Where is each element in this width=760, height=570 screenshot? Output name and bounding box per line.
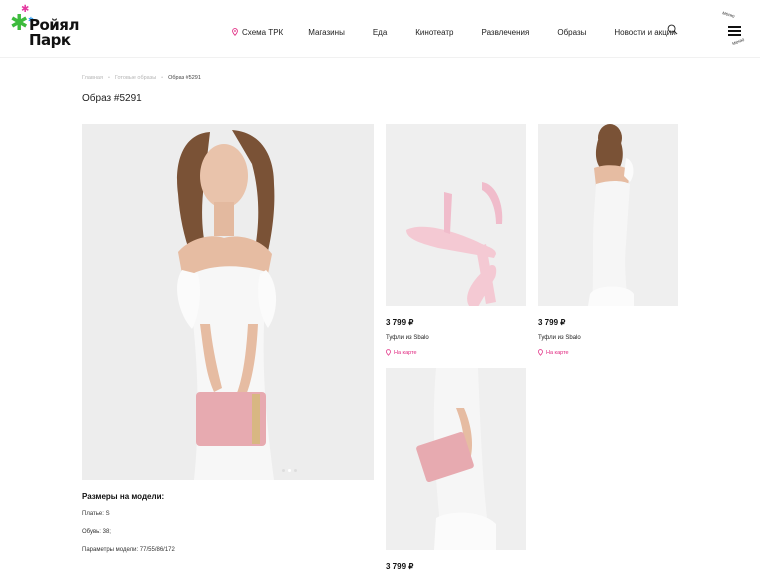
map-pin-icon bbox=[386, 349, 391, 356]
nav-item-entertainment[interactable]: Развлечения bbox=[482, 28, 530, 37]
product-image-dress[interactable] bbox=[538, 124, 678, 306]
logo[interactable]: ✱ ✱ Ройял Парк bbox=[10, 4, 80, 50]
breadcrumb-looks[interactable]: Готовые образы bbox=[115, 75, 156, 81]
product-name[interactable]: Туфли из Sbalo bbox=[386, 335, 429, 341]
menu-label-bottom: меню bbox=[731, 37, 746, 47]
product-image-clutch[interactable] bbox=[386, 368, 526, 550]
product-name[interactable]: Туфли из Sbalo bbox=[538, 335, 581, 341]
sizes-title: Размеры на модели: bbox=[82, 492, 165, 501]
dress-back-illustration bbox=[538, 124, 678, 306]
product-price: 3 799 ₽ bbox=[386, 562, 414, 570]
breadcrumb-separator: • bbox=[161, 75, 164, 81]
model-illustration bbox=[82, 124, 374, 480]
nav-item-cinema[interactable]: Кинотеатр bbox=[415, 28, 453, 37]
product-price: 3 799 ₽ bbox=[538, 318, 566, 327]
nav-item-food[interactable]: Еда bbox=[373, 28, 387, 37]
nav-item-label: Образы bbox=[557, 27, 587, 37]
on-map-link[interactable]: На карте bbox=[538, 349, 569, 356]
nav-item-map[interactable]: Схема ТРК bbox=[232, 28, 283, 37]
shoes-illustration bbox=[386, 124, 526, 306]
on-map-label: На карте bbox=[546, 349, 569, 356]
product-image-shoes[interactable] bbox=[386, 124, 526, 306]
logo-text-line2: Парк bbox=[29, 31, 71, 49]
nav-item-label: Магазины bbox=[308, 27, 345, 37]
on-map-label: На карте bbox=[394, 349, 417, 356]
logo-flower-icon bbox=[10, 14, 28, 32]
nav-item-looks[interactable]: Образы bbox=[557, 28, 586, 37]
site-header: ✱ ✱ Ройял Парк Схема ТРК Магазины Еда Ки… bbox=[0, 0, 760, 58]
nav-item-label: Схема ТРК bbox=[242, 27, 284, 37]
breadcrumb-home[interactable]: Главная bbox=[82, 75, 103, 81]
search-icon[interactable] bbox=[667, 24, 678, 35]
hamburger-icon bbox=[728, 26, 741, 36]
carousel-dot[interactable] bbox=[282, 469, 285, 472]
size-row-params: Параметры модели: 77/55/86/172 bbox=[82, 547, 175, 553]
map-pin-icon bbox=[232, 27, 238, 36]
nav-item-label: Еда bbox=[372, 27, 388, 37]
carousel-dot[interactable] bbox=[288, 469, 291, 472]
carousel-dot[interactable] bbox=[294, 469, 297, 472]
main-nav: Схема ТРК Магазины Еда Кинотеатр Развлеч… bbox=[232, 26, 676, 38]
nav-item-shops[interactable]: Магазины bbox=[308, 28, 345, 37]
nav-item-label: Развлечения bbox=[481, 27, 530, 37]
breadcrumb: Главная • Готовые образы • Образ #5291 bbox=[82, 75, 201, 81]
size-row-shoes: Обувь: 38; bbox=[82, 529, 111, 535]
map-pin-icon bbox=[538, 349, 543, 356]
product-price: 3 799 ₽ bbox=[386, 318, 414, 327]
size-row-dress: Платье: S bbox=[82, 511, 110, 517]
breadcrumb-current: Образ #5291 bbox=[168, 75, 201, 81]
clutch-illustration bbox=[386, 368, 526, 550]
menu-label-top: меню bbox=[721, 10, 736, 20]
on-map-link[interactable]: На карте bbox=[386, 349, 417, 356]
look-main-photo[interactable] bbox=[82, 124, 374, 480]
breadcrumb-separator: • bbox=[107, 75, 110, 81]
nav-item-label: Кинотеатр bbox=[415, 27, 454, 37]
carousel-dots bbox=[282, 469, 300, 472]
menu-button[interactable]: меню меню bbox=[720, 10, 750, 47]
page-title: Образ #5291 bbox=[82, 93, 142, 104]
